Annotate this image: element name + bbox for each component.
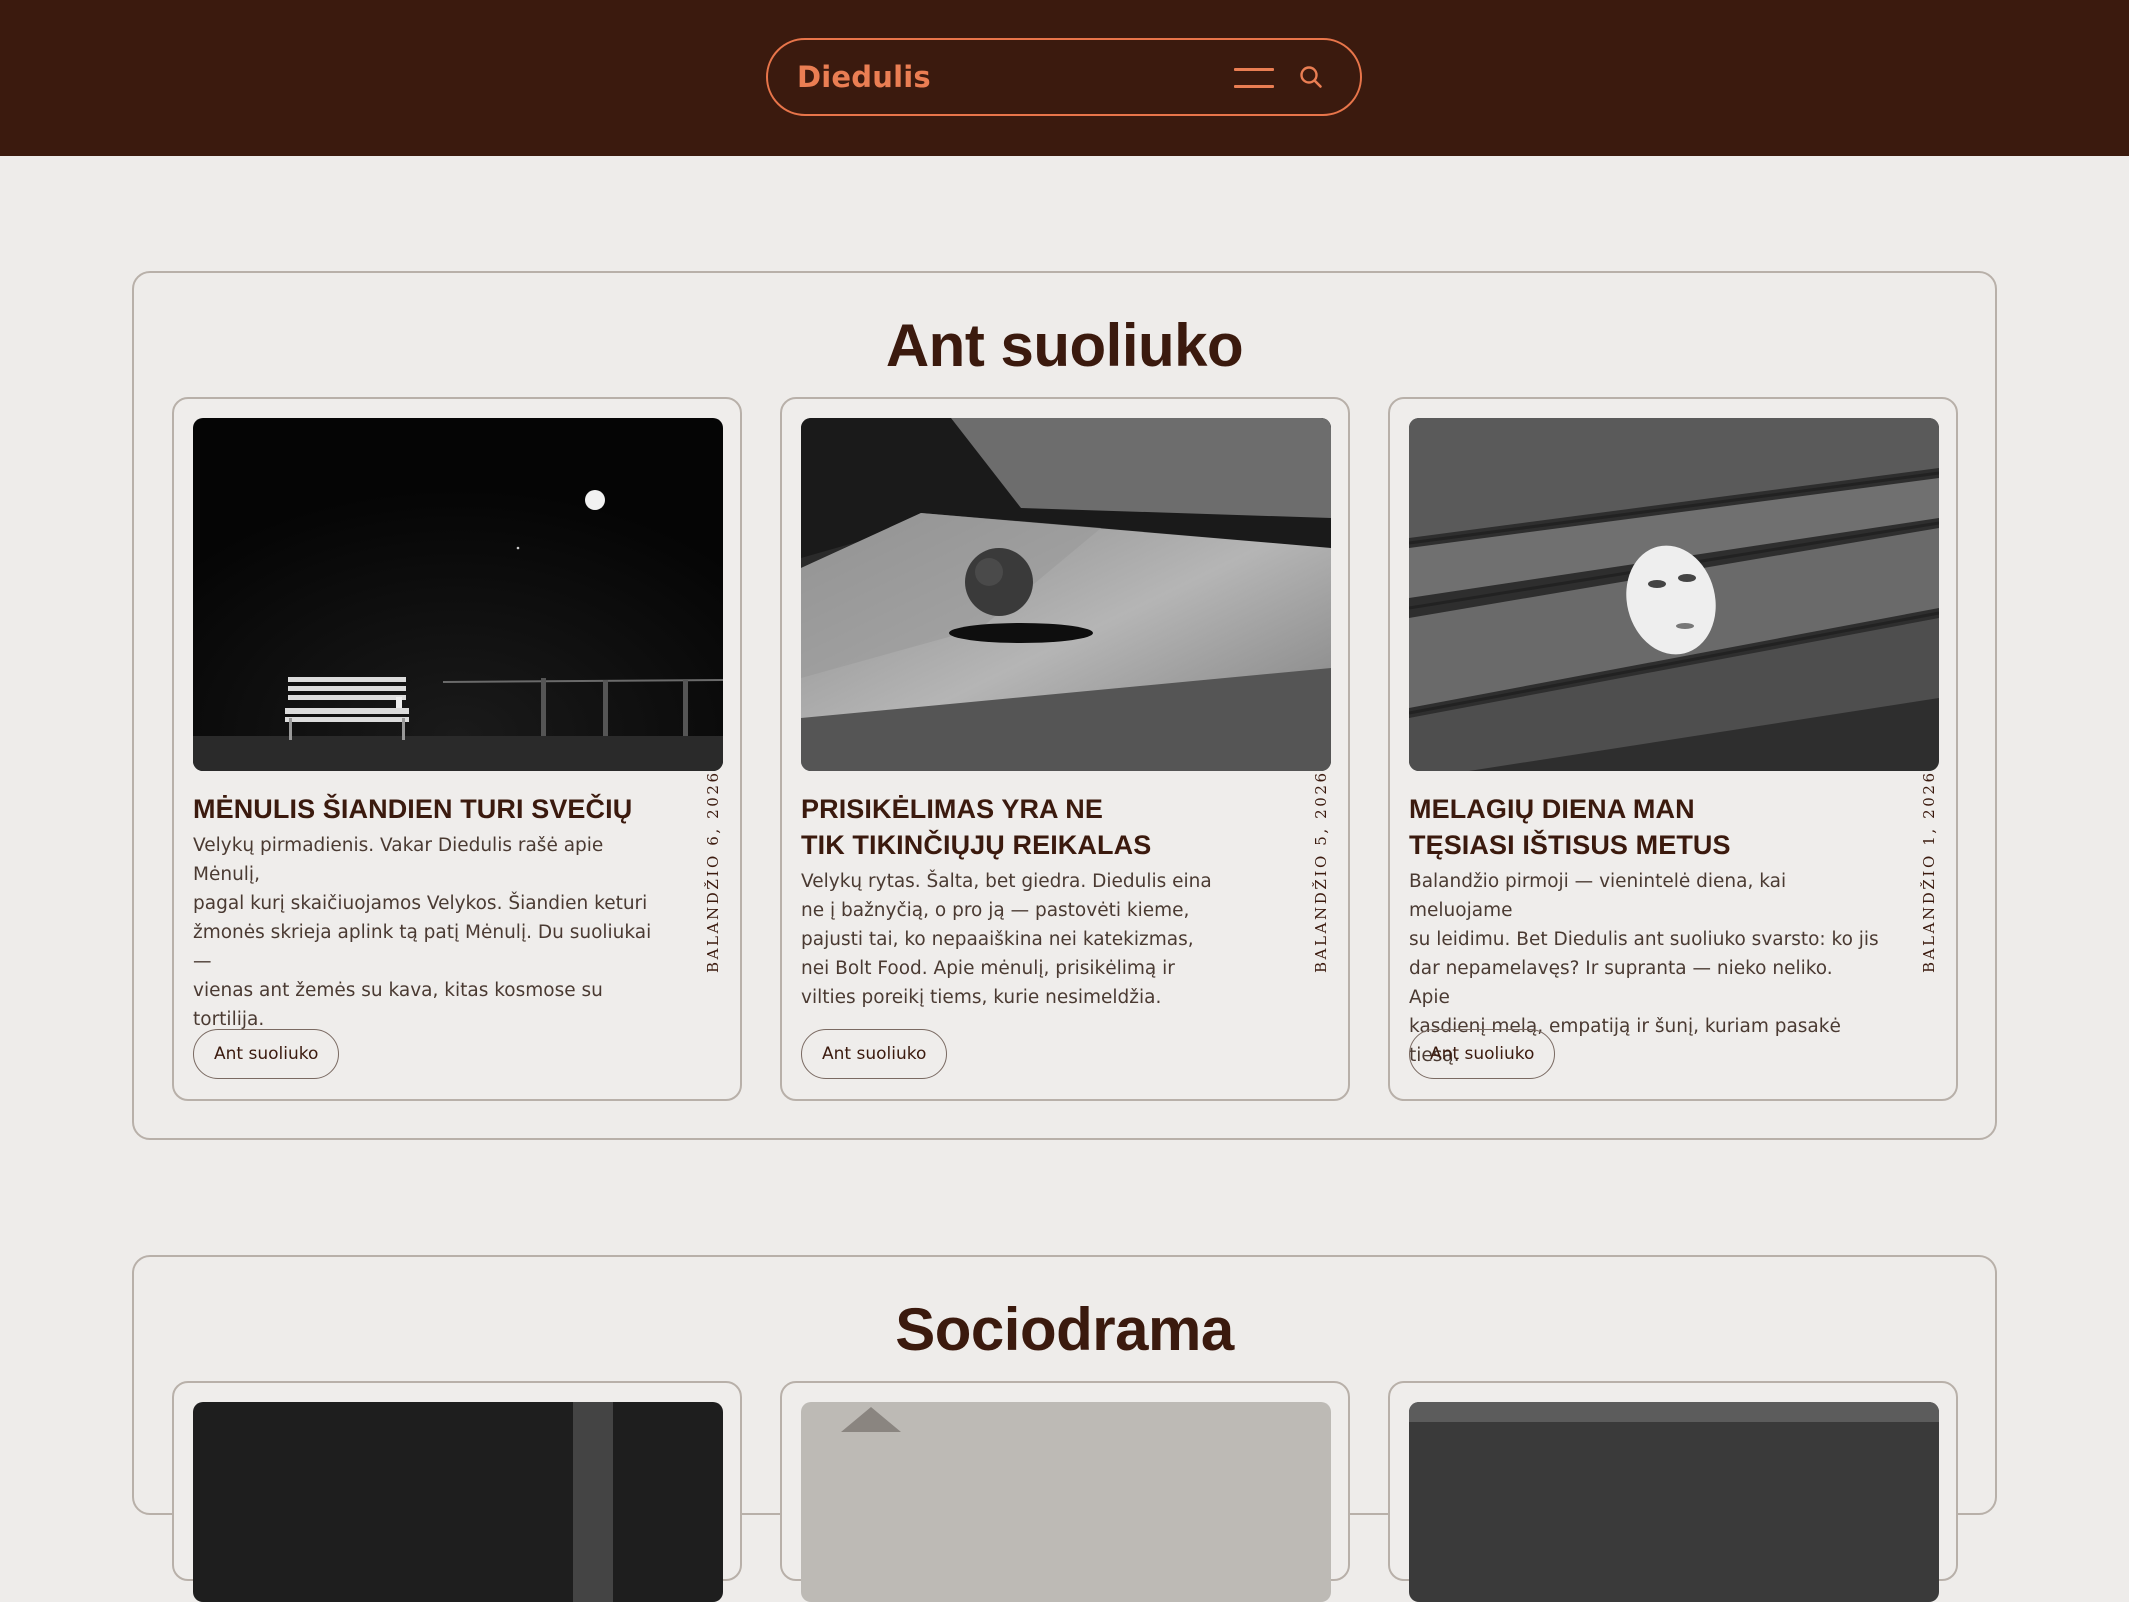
category-tag-button[interactable]: Ant suoliuko [193,1029,340,1079]
post-date: BALANDŽIO 6, 2026 [704,770,722,973]
post-image-moon-bench[interactable] [193,418,723,771]
post-card[interactable]: MELAGIŲ DIENA MAN TĘSIASI IŠTISUS METUS … [1388,397,1958,1101]
section-sociodrama: Sociodrama [132,1255,1997,1602]
post-image[interactable] [193,1402,723,1602]
post-card[interactable] [1388,1381,1958,1602]
post-date: BALANDŽIO 1, 2026 [1920,770,1938,973]
hamburger-menu-icon[interactable] [1234,66,1274,88]
search-icon[interactable] [1298,64,1324,90]
post-title[interactable]: PRISIKĖLIMAS YRA NE TIK TIKINČIŲJŲ REIKA… [801,791,1261,863]
site-header: Diedulis [0,0,2129,156]
post-card[interactable]: PRISIKĖLIMAS YRA NE TIK TIKINČIŲJŲ REIKA… [780,397,1350,1101]
post-title[interactable]: MELAGIŲ DIENA MAN TĘSIASI IŠTISUS METUS [1409,791,1869,863]
section-title: Ant suoliuko [885,312,1244,379]
category-tag-button[interactable]: Ant suoliuko [1409,1029,1556,1079]
post-card[interactable]: MĖNULIS ŠIANDIEN TURI SVEČIŲ Velykų pirm… [172,397,742,1101]
category-tag-button[interactable]: Ant suoliuko [801,1029,948,1079]
post-image-mask-bench[interactable] [1409,418,1939,771]
post-image-egg-stone[interactable] [801,418,1331,771]
post-image[interactable] [801,1402,1331,1602]
site-logo[interactable]: Diedulis [797,60,1234,94]
header-nav-pill: Diedulis [766,38,1362,116]
post-excerpt: Velykų rytas. Šalta, bet giedra. Dieduli… [801,871,1212,1008]
section-ant-suoliuko: Ant suoliuko MĖNULIS ŠIANDIEN TURI SVEČI… [132,271,1997,1140]
section-title: Sociodrama [895,1296,1234,1363]
post-title[interactable]: MĖNULIS ŠIANDIEN TURI SVEČIŲ [193,791,653,827]
post-image[interactable] [1409,1402,1939,1602]
post-date: BALANDŽIO 5, 2026 [1312,770,1330,973]
post-excerpt: Velykų pirmadienis. Vakar Diedulis rašė … [193,835,652,1030]
post-card[interactable] [780,1381,1350,1602]
post-card[interactable] [172,1381,742,1602]
